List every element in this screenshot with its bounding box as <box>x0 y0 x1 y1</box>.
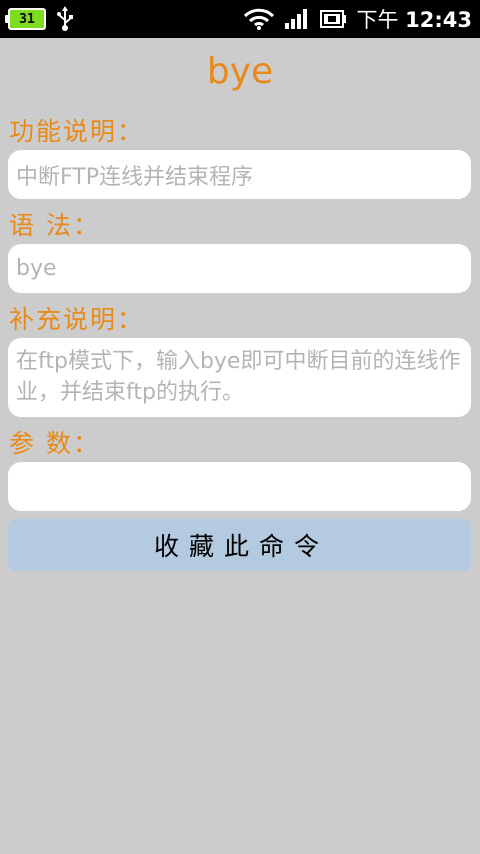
wifi-icon <box>244 8 275 30</box>
clock-time: 12:43 <box>405 8 472 32</box>
notification-badge-count: 31 <box>19 11 35 27</box>
clock: 下午 12:43 <box>356 4 472 34</box>
favorite-command-button[interactable]: 收藏此命令 <box>8 519 471 571</box>
usb-icon <box>57 6 73 31</box>
status-bar-left: 31 <box>5 6 74 32</box>
status-bar-right: 下午 12:43 <box>244 0 472 38</box>
function-desc-label: 功能说明： <box>9 117 145 146</box>
clock-period: 下午 <box>356 8 399 32</box>
supplement-label: 补充说明： <box>9 305 145 334</box>
function-desc-field[interactable]: 中断FTP连线并结束程序 <box>8 150 471 199</box>
params-field[interactable] <box>8 462 471 511</box>
notification-badge-icon: 31 <box>5 8 46 30</box>
signal-icon <box>285 9 308 29</box>
status-bar: 31 下午 12:43 <box>0 0 480 38</box>
params-label: 参 数： <box>9 429 100 458</box>
syntax-label: 语 法： <box>9 211 100 240</box>
syntax-field[interactable]: bye <box>8 244 471 293</box>
page-title: bye <box>206 51 274 92</box>
supplement-field[interactable]: 在ftp模式下，输入bye即可中断目前的连线作业，并结束ftp的执行。 <box>8 338 471 417</box>
battery-icon <box>320 10 347 28</box>
